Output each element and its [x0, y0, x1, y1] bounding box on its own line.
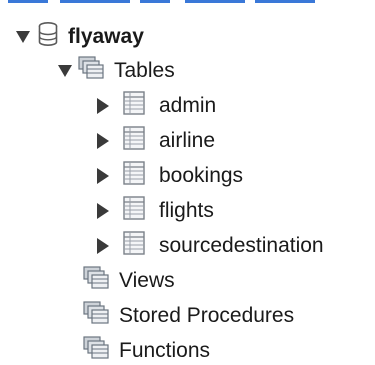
table-icon — [123, 126, 145, 155]
views-label: Views — [119, 268, 175, 292]
folder-icon — [83, 266, 109, 295]
tables-label: Tables — [114, 58, 175, 82]
table-label: bookings — [159, 163, 244, 187]
stored-procedures-label: Stored Procedures — [119, 303, 295, 327]
table-node-admin[interactable]: admin — [97, 91, 216, 120]
expand-arrow-icon[interactable] — [97, 132, 109, 149]
schema-node-flyaway[interactable]: flyaway — [16, 21, 144, 51]
stored-procedures-folder[interactable]: Stored Procedures — [83, 301, 294, 330]
table-icon — [123, 231, 145, 260]
table-label: flights — [159, 198, 214, 222]
functions-folder[interactable]: Functions — [83, 336, 210, 365]
database-icon — [38, 21, 58, 51]
table-icon — [123, 196, 145, 225]
expand-arrow-icon[interactable] — [97, 202, 109, 219]
selection-strip — [0, 0, 375, 6]
table-label: airline — [159, 128, 216, 152]
folder-icon — [83, 301, 109, 330]
expand-arrow-icon[interactable] — [97, 167, 109, 184]
table-label: sourcedestination — [159, 233, 324, 257]
folder-icon — [78, 56, 104, 85]
table-label: admin — [159, 93, 217, 117]
expand-arrow-icon[interactable] — [58, 64, 72, 77]
table-icon — [123, 91, 145, 120]
table-node-sourcedestination[interactable]: sourcedestination — [97, 231, 324, 260]
table-node-airline[interactable]: airline — [97, 126, 215, 155]
views-folder[interactable]: Views — [83, 266, 175, 295]
table-icon — [123, 161, 145, 190]
expand-arrow-icon[interactable] — [97, 237, 109, 254]
table-node-bookings[interactable]: bookings — [97, 161, 243, 190]
folder-icon — [83, 336, 109, 365]
tables-folder[interactable]: Tables — [58, 56, 175, 85]
expand-arrow-icon[interactable] — [97, 97, 109, 114]
expand-arrow-icon[interactable] — [16, 30, 30, 43]
table-node-flights[interactable]: flights — [97, 196, 214, 225]
functions-label: Functions — [119, 338, 211, 362]
schema-label: flyaway — [68, 24, 144, 48]
